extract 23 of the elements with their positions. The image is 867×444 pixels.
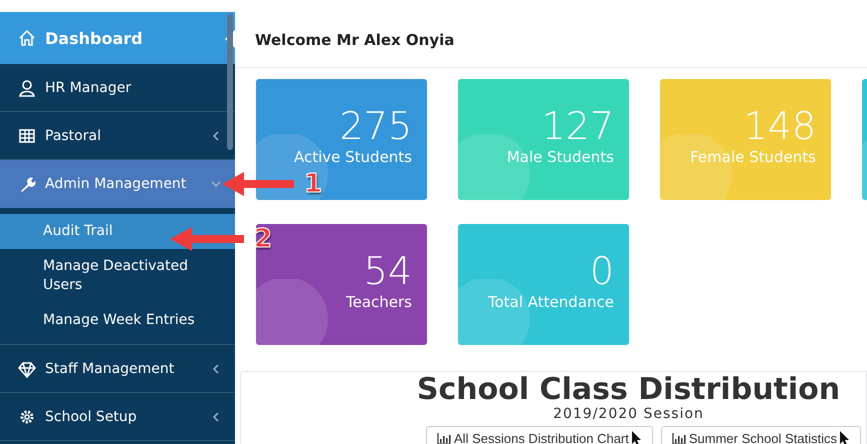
stat-label: Female Students: [690, 147, 816, 167]
panel-title: School Class Distribution: [416, 373, 840, 407]
stat-value: 127: [541, 105, 614, 147]
submenu-item[interactable]: Manage Week Entries: [0, 303, 235, 338]
chart-button[interactable]: All Sessions Distribution Chart: [426, 426, 653, 444]
chart-button[interactable]: Summer School Statistics: [660, 426, 861, 444]
sidebar-item[interactable]: School Setup: [0, 393, 235, 441]
stat-label: Active Students: [294, 147, 412, 167]
submenu-item[interactable]: Manage Deactivated Users: [0, 249, 235, 303]
sidebar-item[interactable]: Admin Management: [0, 160, 235, 208]
callout-number: 2: [254, 224, 272, 254]
stat-label: Total Attendance: [488, 292, 614, 312]
welcome-heading: Welcome Mr Alex Onyia: [235, 12, 867, 68]
submenu-item[interactable]: Audit Trail: [0, 214, 235, 249]
stat-value: 54: [364, 250, 412, 292]
stat-value: 0: [590, 250, 614, 292]
stat-value: 148: [743, 105, 816, 147]
stat-label: Male Students: [506, 147, 614, 167]
sidebar-item[interactable]: Staff Management: [0, 345, 235, 393]
panel-subtitle: 2019/2020 Session: [553, 407, 704, 421]
stat-label: Teachers: [346, 292, 412, 312]
callout-number: 1: [304, 169, 322, 199]
stat-value: 275: [339, 105, 412, 147]
